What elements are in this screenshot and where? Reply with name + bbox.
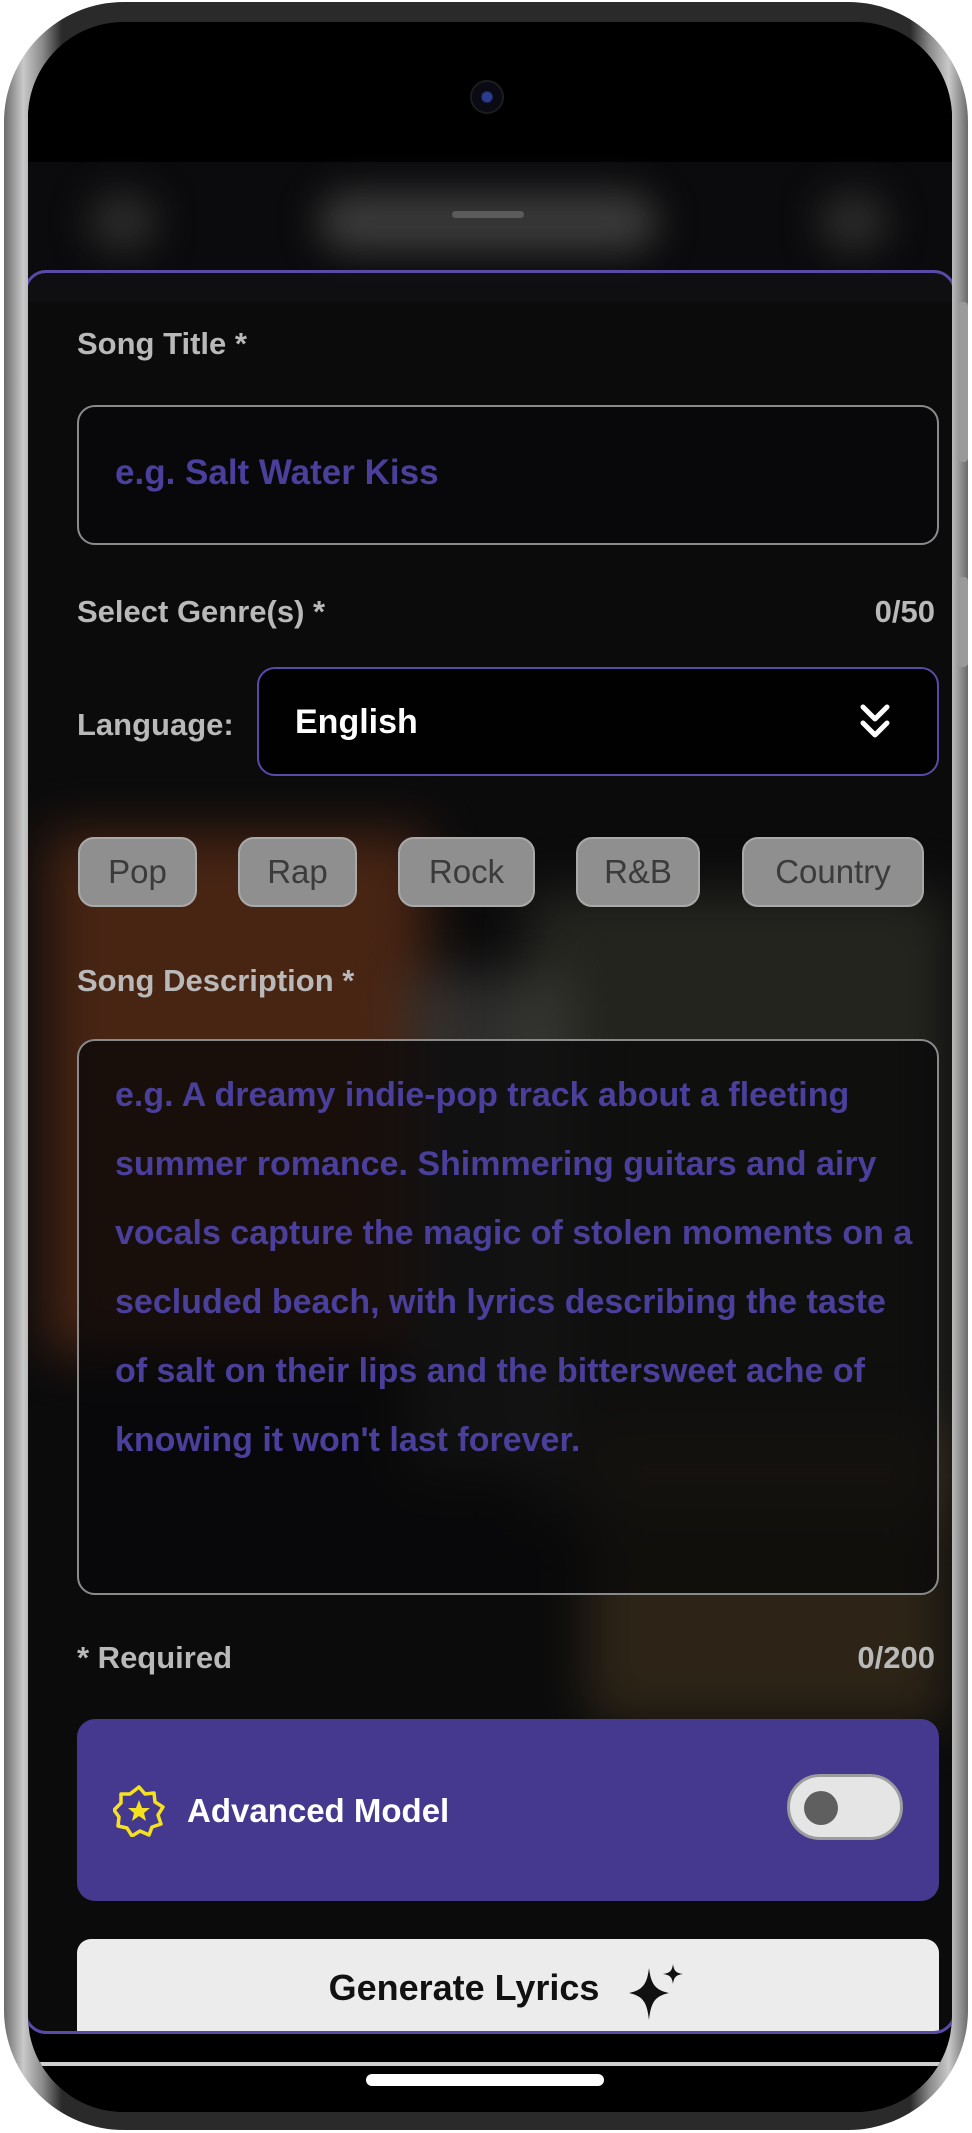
navigation-divider [28, 2062, 952, 2066]
genre-chip-country[interactable]: Country [742, 837, 924, 907]
double-chevron-down-icon [860, 704, 890, 738]
generate-lyrics-label: Generate Lyrics [328, 1967, 600, 2008]
genre-counter: 0/50 [874, 594, 935, 629]
screen: Song Title * e.g. Salt Water Kiss Select… [28, 22, 952, 2112]
song-title-input[interactable]: e.g. Salt Water Kiss [77, 405, 939, 545]
language-select[interactable]: English [257, 667, 939, 776]
advanced-model-label: Advanced Model [187, 1792, 450, 1829]
home-indicator[interactable] [366, 2074, 604, 2086]
description-counter: 0/200 [857, 1640, 935, 1675]
sparkles-icon [629, 1964, 684, 2020]
volume-button [958, 302, 968, 462]
advanced-model-row[interactable]: Advanced Model [77, 1719, 939, 1901]
song-title-placeholder: e.g. Salt Water Kiss [115, 453, 439, 492]
language-label: Language: [77, 707, 234, 742]
genre-chip-rnb[interactable]: R&B [576, 837, 700, 907]
phone-frame: Song Title * e.g. Salt Water Kiss Select… [4, 2, 968, 2130]
song-description-placeholder: e.g. A dreamy indie-pop track about a fl… [115, 1076, 913, 1459]
navigation-bar [28, 2034, 952, 2112]
genre-label: Select Genre(s) * [77, 594, 326, 629]
advanced-model-toggle[interactable] [787, 1774, 903, 1840]
genre-chip-rock[interactable]: Rock [398, 837, 535, 907]
song-description-textarea[interactable]: e.g. A dreamy indie-pop track about a fl… [77, 1039, 939, 1595]
song-description-label: Song Description * [77, 963, 355, 998]
song-form-sheet: Song Title * e.g. Salt Water Kiss Select… [28, 270, 952, 2034]
language-value: English [295, 703, 418, 741]
song-title-label: Song Title * [77, 326, 247, 361]
star-badge-icon [113, 1785, 165, 1837]
sheet-drag-handle[interactable] [452, 211, 524, 218]
toggle-knob [804, 1791, 838, 1825]
genre-chip-pop[interactable]: Pop [78, 837, 197, 907]
required-note: * Required [77, 1640, 233, 1675]
power-button [958, 577, 968, 667]
generate-lyrics-button[interactable]: Generate Lyrics [77, 1939, 939, 2031]
front-camera [470, 80, 504, 114]
genre-chip-rap[interactable]: Rap [238, 837, 357, 907]
